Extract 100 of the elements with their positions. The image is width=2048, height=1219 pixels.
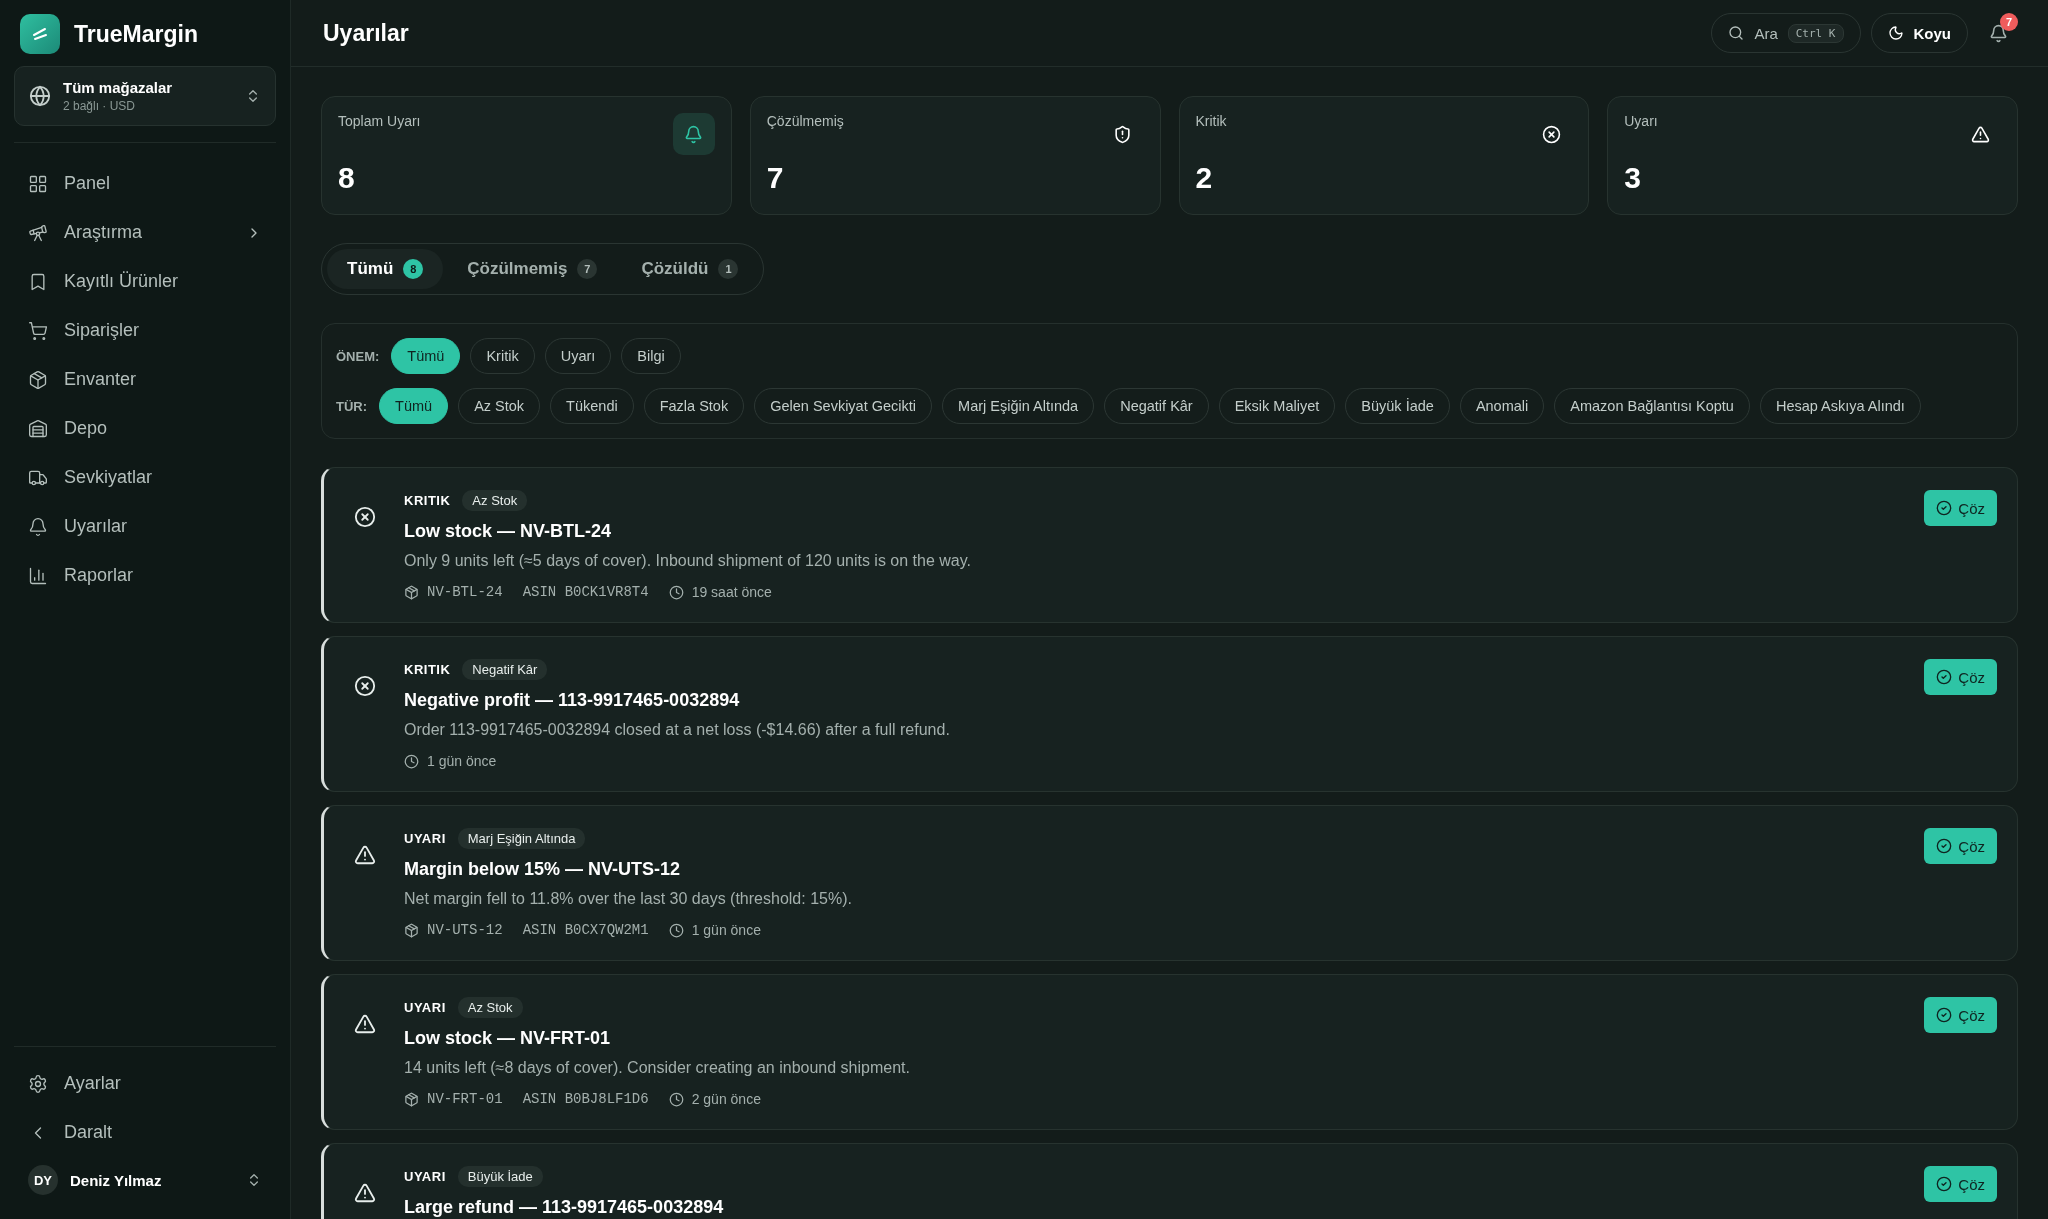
globe-icon: [29, 85, 51, 107]
resolve-button[interactable]: Çöz: [1924, 828, 1997, 864]
type-tag: Marj Eşiğin Altında: [457, 828, 586, 849]
alert-message: Net margin fell to 11.8% over the last 30 days (threshold: 15%).: [404, 890, 853, 908]
alert-title: Negative profit — 113-9917465-0032894: [404, 690, 741, 711]
sku-text: NV-UTS-12: [427, 922, 503, 938]
alert-title: Low stock — NV-FRT-01: [404, 1028, 612, 1049]
status-tab[interactable]: Çözülmemiş 7: [447, 249, 618, 289]
user-avatar: DY: [28, 1165, 58, 1195]
filter-label: ÖNEM:: [336, 348, 380, 364]
status-tab[interactable]: Tümü 8: [327, 249, 444, 289]
sku-text: NV-BTL-24: [427, 584, 503, 600]
type-tag: Az Stok: [462, 490, 528, 511]
alert-time: 1 gün önce: [427, 753, 497, 769]
nav-item[interactable]: Uyarılar: [14, 504, 276, 549]
check-circle-icon: [1936, 838, 1953, 854]
stat-value: 8: [338, 161, 356, 195]
check-circle-icon: [1936, 500, 1953, 516]
clock-icon: [668, 584, 684, 600]
filter-label: TÜR:: [336, 398, 368, 414]
stat-value: 2: [1195, 161, 1214, 195]
app-logo: [20, 14, 60, 54]
alert-title: Low stock — NV-BTL-24: [404, 521, 613, 542]
tab-count: 7: [577, 259, 598, 279]
alert-message: Order 113-9917465-0032894 closed at a net loss (-$14.66) after a full refund.: [404, 721, 951, 739]
nav-item[interactable]: Panel: [14, 161, 276, 206]
brand-name: TrueMargin: [74, 20, 198, 48]
alert-title: Large refund — 113-9917465-0032894: [404, 1197, 725, 1218]
x-circle-icon: [354, 506, 376, 528]
clock-icon: [668, 1091, 684, 1107]
alert-title: Margin below 15% — NV-UTS-12: [404, 859, 682, 880]
severity-label: UYARI: [404, 1169, 446, 1184]
nav-item[interactable]: Daralt: [14, 1110, 276, 1155]
sku-text: NV-FRT-01: [427, 1091, 503, 1107]
alert-time: 2 gün önce: [691, 1091, 761, 1107]
page-title: Uyarılar: [323, 19, 410, 47]
alert-message: Only 9 units left (≈5 days of cover). Inbound shipment of 120 units is on the way.: [404, 552, 972, 570]
stat-label: Çözülmemiş: [766, 113, 844, 129]
nav-item[interactable]: Depo: [14, 406, 276, 451]
stat-value: 3: [1624, 161, 1642, 195]
user-name[interactable]: Deniz Yılmaz: [70, 1171, 234, 1189]
settings-icon: [28, 1073, 48, 1094]
warning-icon: [354, 844, 376, 866]
box-icon: [28, 369, 48, 390]
severity-label: KRITIK: [404, 493, 451, 508]
search-icon: [1728, 25, 1745, 41]
resolve-button[interactable]: Çöz: [1924, 659, 1997, 695]
asin-text: ASIN B0CK1VR8T4: [522, 584, 649, 600]
telescope-icon: [28, 222, 48, 243]
nav-item[interactable]: Envanter: [14, 357, 276, 402]
nav-item[interactable]: Siparişler: [14, 308, 276, 353]
shortcut-key: Ctrl K: [1787, 23, 1844, 43]
bar-chart-icon: [28, 565, 48, 586]
nav-item[interactable]: Araştırma: [14, 210, 276, 255]
type-tag: Negatif Kâr: [462, 659, 548, 680]
box-icon: [404, 1091, 419, 1107]
x-circle-icon: [354, 675, 376, 697]
check-circle-icon: [1936, 669, 1953, 685]
status-tab[interactable]: Çözüldü 1: [621, 249, 759, 289]
nav-item[interactable]: Kayıtlı Ürünler: [14, 259, 276, 304]
check-circle-icon: [1936, 1007, 1953, 1023]
nav-item[interactable]: Sevkiyatlar: [14, 455, 276, 500]
asin-text: ASIN B0BJ8LF1D6: [522, 1091, 649, 1107]
nav-item[interactable]: Ayarlar: [14, 1061, 276, 1106]
alert-time: 19 saat önce: [691, 584, 772, 600]
clock-icon: [668, 922, 684, 938]
check-circle-icon: [1936, 1176, 1953, 1192]
notification-count: 7: [2000, 13, 2018, 31]
bell-icon: [1988, 23, 2008, 43]
resolve-button[interactable]: Çöz: [1924, 997, 1997, 1033]
store-picker[interactable]: Tüm mağazalar 2 bağlı · USD: [14, 66, 276, 126]
resolve-button[interactable]: Çöz: [1924, 1166, 1997, 1202]
moon-icon: [1887, 25, 1904, 41]
warehouse-icon: [28, 418, 48, 439]
box-icon: [404, 922, 419, 938]
stat-label: Uyarı: [1624, 113, 1658, 129]
asin-text: ASIN B0CX7QW2M1: [522, 922, 649, 938]
warning-icon: [354, 1182, 376, 1204]
severity-label: UYARI: [404, 1000, 446, 1015]
alert-message: 14 units left (≈8 days of cover). Consider creating an inbound shipment.: [404, 1059, 911, 1077]
severity-label: KRITIK: [404, 662, 451, 677]
stat-label: Kritik: [1195, 113, 1227, 129]
cart-icon: [28, 320, 48, 341]
stat-label: Toplam Uyarı: [338, 113, 421, 129]
bell-icon: [28, 516, 48, 537]
warning-icon: [354, 1013, 376, 1035]
box-icon: [404, 584, 419, 600]
alert-time: 1 gün önce: [691, 922, 761, 938]
severity-label: UYARI: [404, 831, 446, 846]
grid-icon: [28, 173, 48, 194]
nav-item[interactable]: Raporlar: [14, 553, 276, 598]
type-tag: Büyük İade: [457, 1166, 543, 1187]
tab-count: 1: [718, 259, 739, 279]
stat-value: 7: [766, 161, 785, 195]
clock-icon: [404, 753, 419, 769]
filter-chip[interactable]: Tümü: [391, 338, 461, 374]
type-tag: Az Stok: [457, 997, 523, 1018]
tab-count: 8: [403, 259, 424, 279]
resolve-button[interactable]: Çöz: [1924, 490, 1997, 526]
filter-chip[interactable]: Tümü: [379, 388, 449, 424]
